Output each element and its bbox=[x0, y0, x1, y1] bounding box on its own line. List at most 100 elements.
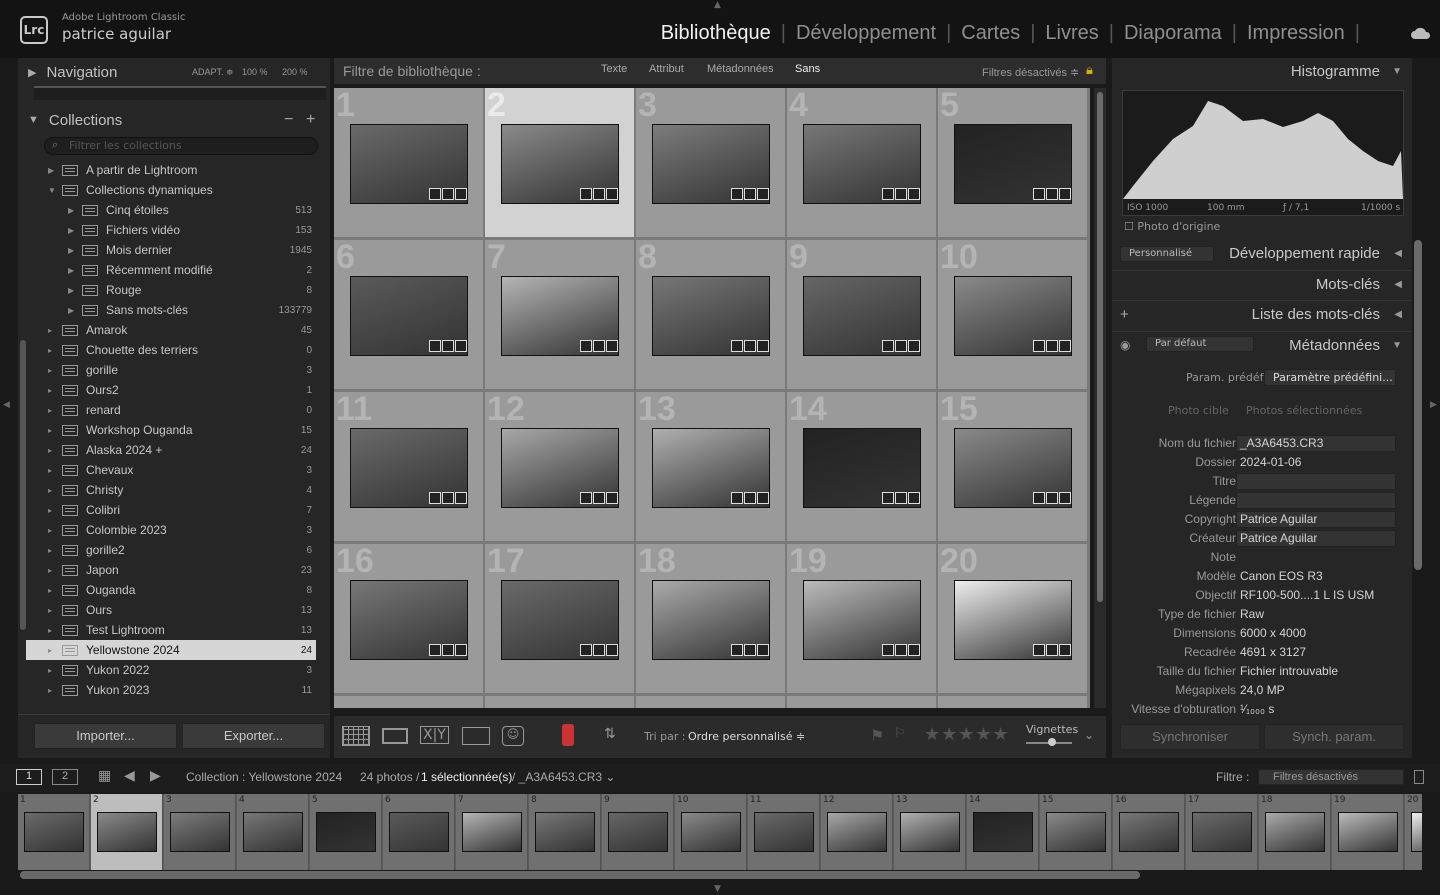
filmstrip-cell[interactable]: 9 bbox=[602, 794, 674, 870]
expand-arrow-icon[interactable]: ▶ bbox=[68, 206, 78, 215]
filter-tab-none[interactable]: Sans bbox=[795, 63, 820, 75]
crop-icon[interactable] bbox=[593, 644, 605, 656]
edit-icon[interactable] bbox=[606, 644, 618, 656]
crop-icon[interactable] bbox=[593, 340, 605, 352]
collection-item[interactable]: ▸ Japon 23 bbox=[26, 560, 316, 580]
metadata-header[interactable]: Métadonnées ▼ bbox=[1112, 331, 1412, 359]
collections-header[interactable]: ▼ Collections − + bbox=[18, 106, 320, 134]
filmstrip-thumbnail[interactable] bbox=[1411, 812, 1422, 852]
filmstrip-cell[interactable]: 13 bbox=[894, 794, 966, 870]
expand-arrow-icon[interactable]: ▸ bbox=[48, 686, 58, 695]
photo-cell[interactable]: 20 bbox=[938, 542, 1088, 694]
filmstrip-thumbnail[interactable] bbox=[608, 812, 668, 852]
remove-collection-icon[interactable]: − bbox=[284, 111, 293, 129]
monitor-2-button[interactable]: 2 bbox=[52, 769, 78, 785]
comment-icon[interactable] bbox=[731, 492, 743, 504]
photo-cell[interactable]: 7 bbox=[485, 238, 635, 390]
crop-icon[interactable] bbox=[593, 492, 605, 504]
bottom-panel-toggle-icon[interactable]: ▼ bbox=[714, 884, 721, 894]
filmstrip-cell[interactable]: 17 bbox=[1186, 794, 1258, 870]
target-photo-tab[interactable]: Photo cible bbox=[1168, 404, 1229, 417]
left-panel-toggle-icon[interactable]: ◀ bbox=[3, 400, 10, 410]
crop-icon[interactable] bbox=[1046, 188, 1058, 200]
collection-item[interactable]: ▶ A partir de Lightroom bbox=[26, 160, 316, 180]
collection-item[interactable]: ▸ gorille2 6 bbox=[26, 540, 316, 560]
keywords-header[interactable]: Mots-clés ◀ bbox=[1112, 270, 1412, 298]
comment-icon[interactable] bbox=[731, 188, 743, 200]
filmstrip-thumbnail[interactable] bbox=[243, 812, 303, 852]
filmstrip-cell[interactable]: 3 bbox=[164, 794, 236, 870]
reject-flag-icon[interactable]: ⚐ bbox=[894, 726, 906, 741]
module-slideshow[interactable]: Diaporama bbox=[1114, 22, 1232, 45]
collection-item[interactable]: ▶ Récemment modifié 2 bbox=[46, 260, 316, 280]
photo-cell[interactable]: 9 bbox=[787, 238, 937, 390]
filmstrip-cell[interactable]: 11 bbox=[748, 794, 820, 870]
filmstrip-thumbnail[interactable] bbox=[1265, 812, 1325, 852]
expand-arrow-icon[interactable]: ▸ bbox=[48, 666, 58, 675]
module-print[interactable]: Impression bbox=[1237, 22, 1355, 45]
filmstrip-cell[interactable]: 4 bbox=[237, 794, 309, 870]
expand-arrow-icon[interactable]: ▸ bbox=[48, 586, 58, 595]
edit-icon[interactable] bbox=[908, 492, 920, 504]
expand-arrow-icon[interactable]: ▸ bbox=[48, 646, 58, 655]
photo-cell[interactable]: 8 bbox=[636, 238, 786, 390]
filmstrip-thumbnail[interactable] bbox=[316, 812, 376, 852]
comment-icon[interactable] bbox=[1033, 644, 1045, 656]
expand-arrow-icon[interactable]: ▶ bbox=[68, 286, 78, 295]
filmstrip-thumbnail[interactable] bbox=[1192, 812, 1252, 852]
keyword-list-header[interactable]: + Liste des mots-clés ◀ bbox=[1112, 300, 1412, 328]
filmstrip-thumbnail[interactable] bbox=[973, 812, 1033, 852]
comment-icon[interactable] bbox=[580, 644, 592, 656]
filmstrip-thumbnail[interactable] bbox=[754, 812, 814, 852]
expand-arrow-icon[interactable]: ▶ bbox=[48, 166, 58, 175]
edit-icon[interactable] bbox=[908, 340, 920, 352]
photo-cell[interactable]: 18 bbox=[636, 542, 786, 694]
toolbar-menu-icon[interactable]: ⌄ bbox=[1084, 728, 1094, 742]
expand-arrow-icon[interactable]: ▸ bbox=[48, 326, 58, 335]
navigator-preview[interactable] bbox=[34, 86, 326, 100]
collection-item[interactable]: ▸ Workshop Ouganda 15 bbox=[26, 420, 316, 440]
expand-arrow-icon[interactable]: ▸ bbox=[48, 446, 58, 455]
comment-icon[interactable] bbox=[429, 492, 441, 504]
sync-settings-button[interactable]: Synch. param. bbox=[1264, 724, 1404, 750]
current-file[interactable]: / _A3A6453.CR3 ⌄ bbox=[512, 770, 615, 784]
metadata-preset-dropdown[interactable]: Paramètre prédéfini... bbox=[1264, 369, 1396, 386]
collection-item[interactable]: ▸ Chevaux 3 bbox=[26, 460, 316, 480]
edit-icon[interactable] bbox=[757, 492, 769, 504]
sort-direction-icon[interactable]: ⇅ bbox=[604, 726, 616, 742]
collection-item[interactable]: ▸ Yellowstone 2024 24 bbox=[26, 640, 316, 660]
crop-icon[interactable] bbox=[744, 492, 756, 504]
crop-icon[interactable] bbox=[895, 188, 907, 200]
crop-icon[interactable] bbox=[744, 340, 756, 352]
filmstrip-cell[interactable]: 12 bbox=[821, 794, 893, 870]
source-collection[interactable]: Collection : Yellowstone 2024 bbox=[186, 770, 342, 784]
photo-cell[interactable] bbox=[636, 696, 786, 708]
module-library[interactable]: Bibliothèque bbox=[651, 22, 781, 45]
metadata-value[interactable]: Patrice Aguilar bbox=[1240, 512, 1317, 526]
photo-cell[interactable]: 12 bbox=[485, 390, 635, 542]
sync-button[interactable]: Synchroniser bbox=[1120, 724, 1260, 750]
collection-item[interactable]: ▸ Christy 4 bbox=[26, 480, 316, 500]
zoom-200[interactable]: 200 % bbox=[282, 67, 308, 77]
zoom-fit[interactable]: ADAPT. ≑ bbox=[192, 67, 234, 78]
forward-arrow-icon[interactable]: ▶ bbox=[150, 767, 161, 784]
comment-icon[interactable] bbox=[1033, 188, 1045, 200]
collection-item[interactable]: ▶ Sans mots-clés 133779 bbox=[46, 300, 316, 320]
metadata-field-box[interactable] bbox=[1236, 492, 1396, 509]
filter-tab-text[interactable]: Texte bbox=[601, 63, 627, 75]
crop-icon[interactable] bbox=[744, 188, 756, 200]
collection-item[interactable]: ▸ Yukon 2023 11 bbox=[26, 680, 316, 700]
edit-icon[interactable] bbox=[908, 644, 920, 656]
module-book[interactable]: Livres bbox=[1035, 22, 1108, 45]
comment-icon[interactable] bbox=[731, 340, 743, 352]
lock-icon[interactable]: 🔒︎ bbox=[1086, 62, 1093, 78]
filmstrip-cell[interactable]: 14 bbox=[967, 794, 1039, 870]
collection-item[interactable]: ▸ gorille 3 bbox=[26, 360, 316, 380]
crop-icon[interactable] bbox=[442, 644, 454, 656]
expand-arrow-icon[interactable]: ▸ bbox=[48, 606, 58, 615]
metadata-field-box[interactable] bbox=[1236, 473, 1396, 490]
collection-item[interactable]: ▸ Chouette des terriers 0 bbox=[26, 340, 316, 360]
edit-icon[interactable] bbox=[455, 492, 467, 504]
photo-cell[interactable]: 15 bbox=[938, 390, 1088, 542]
filmstrip-scrollbar[interactable] bbox=[20, 871, 1140, 879]
